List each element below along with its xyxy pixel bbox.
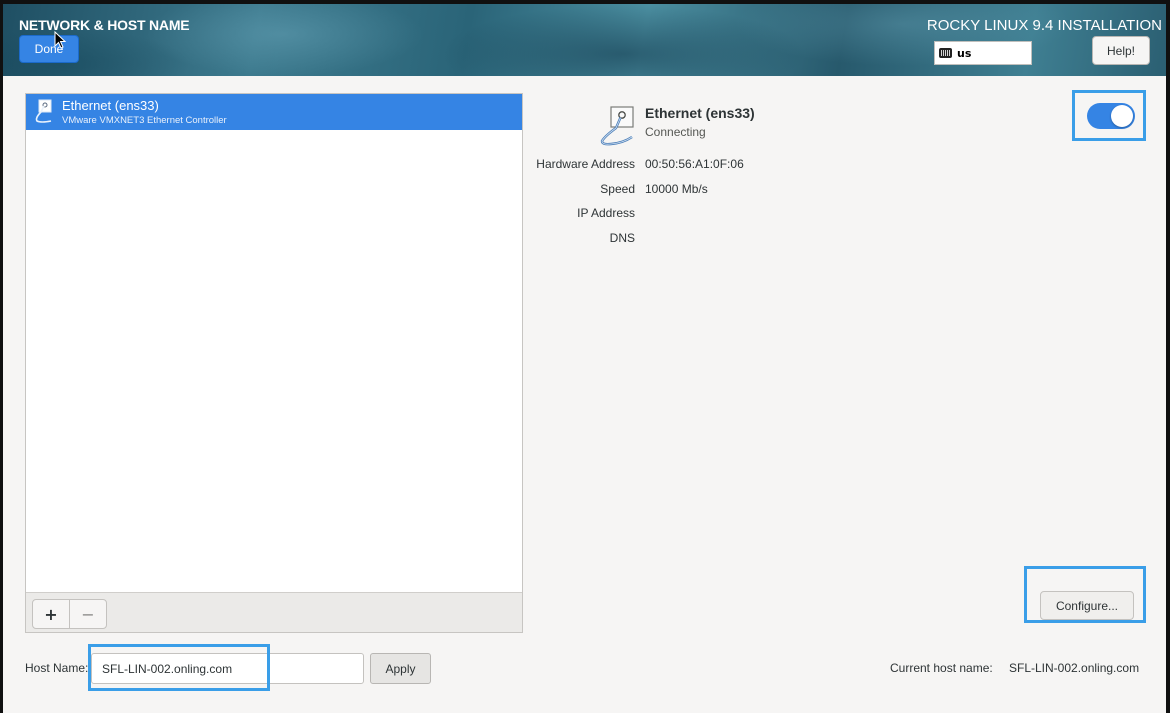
host-name-input[interactable] [91,653,364,684]
device-detail-name: Ethernet (ens33) [645,105,755,121]
keyboard-layout-indicator[interactable]: us [934,41,1032,65]
toggle-knob [1111,105,1133,127]
current-host-name-value: SFL-LIN-002.onling.com [1009,661,1140,675]
ip-address-label: IP Address [577,206,635,220]
host-name-label: Host Name: [25,661,89,675]
help-button[interactable]: Help! [1092,36,1150,65]
mouse-pointer-icon [54,31,67,49]
ethernet-icon [600,106,634,146]
ethernet-icon [35,99,52,123]
configure-button[interactable]: Configure... [1040,591,1134,620]
keyboard-icon [939,48,952,58]
add-device-button[interactable]: + [32,599,70,629]
device-list: Ethernet (ens33) VMware VMXNET3 Ethernet… [25,93,523,633]
installer-window: NETWORK & HOST NAME Done ROCKY LINUX 9.4… [3,4,1166,713]
device-name: Ethernet (ens33) [62,98,159,113]
product-title: ROCKY LINUX 9.4 INSTALLATION [926,17,1162,34]
device-list-item[interactable]: Ethernet (ens33) VMware VMXNET3 Ethernet… [26,94,522,130]
keyboard-layout-label: us [957,46,972,60]
header-bar: NETWORK & HOST NAME Done ROCKY LINUX 9.4… [3,4,1166,76]
speed-value: 10000 Mb/s [645,182,708,196]
remove-device-button[interactable]: − [69,599,107,629]
hardware-address-value: 00:50:56:A1:0F:06 [645,157,744,171]
page-title: NETWORK & HOST NAME [19,17,190,33]
connection-toggle[interactable] [1087,103,1135,129]
device-description: VMware VMXNET3 Ethernet Controller [62,115,227,126]
done-button[interactable]: Done [19,35,79,63]
current-host-name-label: Current host name: [890,661,993,675]
apply-button[interactable]: Apply [370,653,431,684]
list-toolbar: + − [26,592,522,632]
device-status: Connecting [645,125,706,139]
dns-label: DNS [609,231,635,245]
hardware-address-label: Hardware Address [536,157,635,171]
speed-label: Speed [600,182,635,196]
